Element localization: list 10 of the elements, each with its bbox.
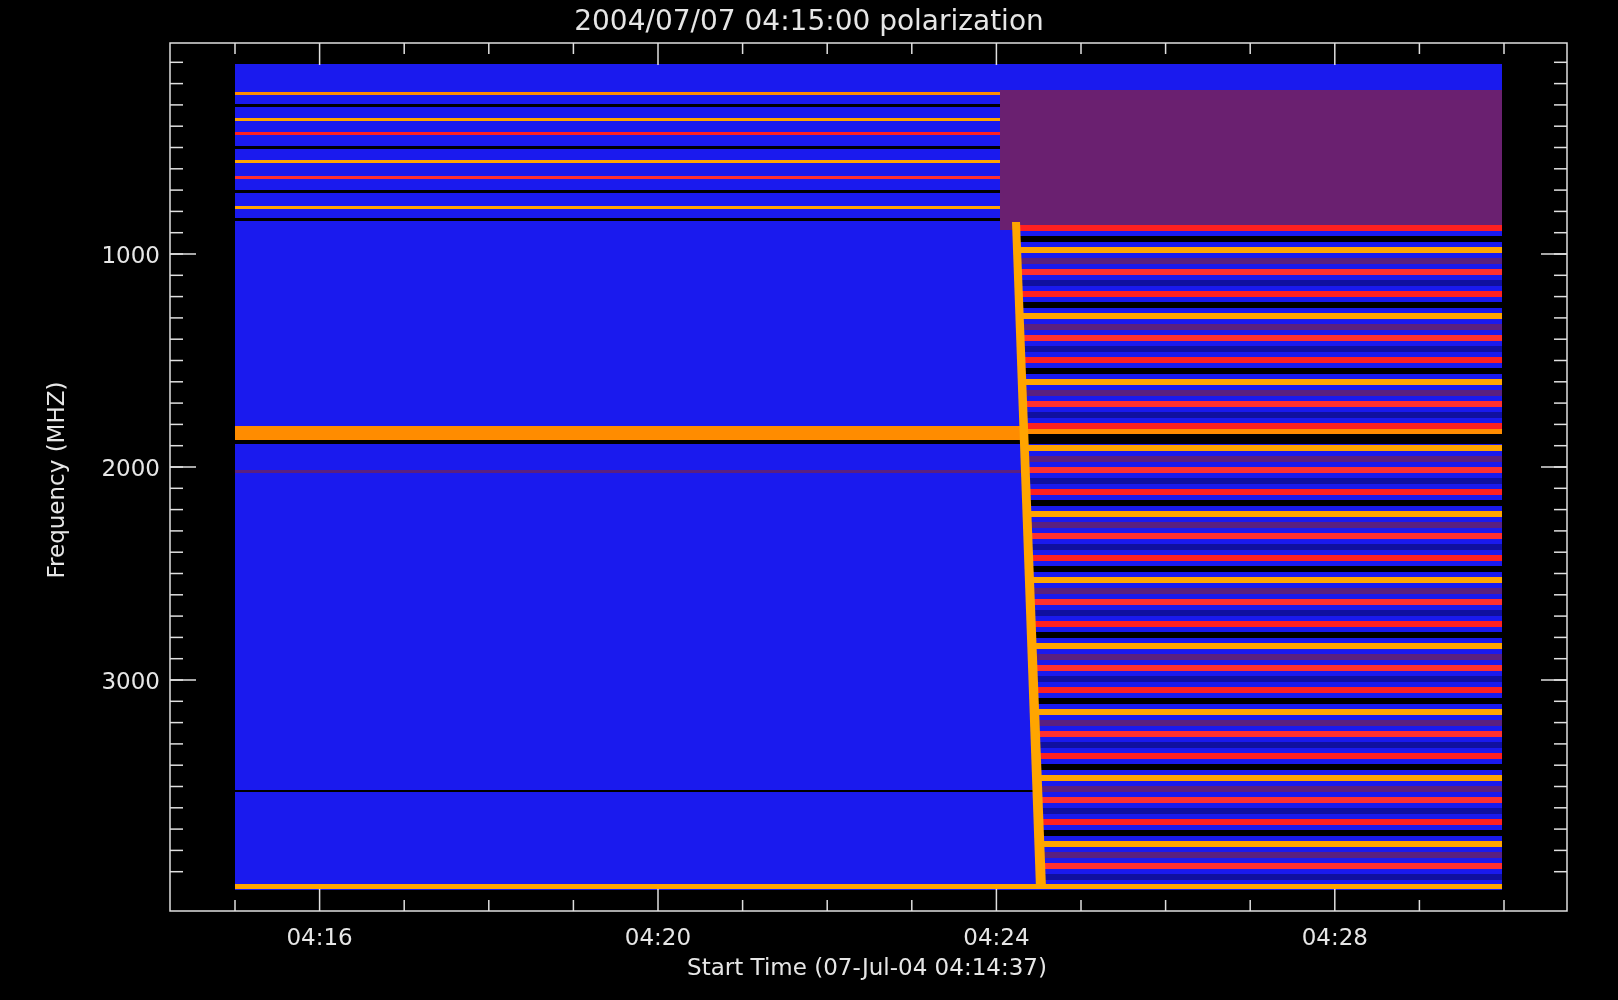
y-tick-label: 1000 (101, 242, 160, 268)
y-axis-label: Frequency (MHZ) (43, 381, 69, 579)
y-tick-label: 3000 (101, 668, 160, 694)
x-tick-label: 04:28 (1301, 924, 1368, 950)
x-tick-label: 04:20 (624, 924, 692, 950)
plot-title: 2004/07/07 04:15:00 polarization (574, 4, 1044, 37)
y-tick-label: 2000 (101, 455, 160, 481)
x-tick-label: 04:16 (286, 924, 353, 950)
x-tick-label: 04:24 (963, 924, 1030, 950)
x-axis-label: Start Time (07-Jul-04 04:14:37) (687, 954, 1047, 980)
